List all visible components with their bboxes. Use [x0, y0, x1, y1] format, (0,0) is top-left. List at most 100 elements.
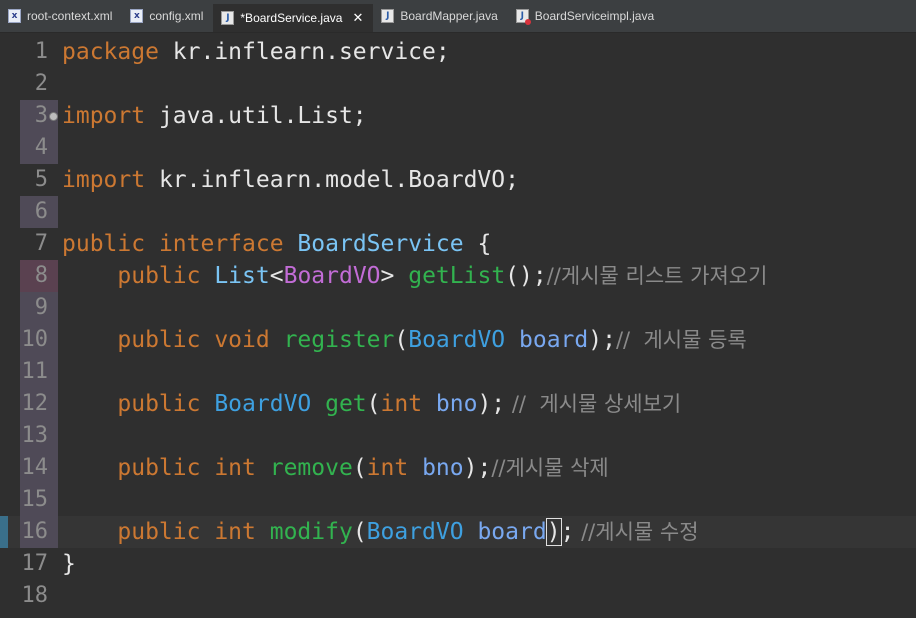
matching-paren: ) — [545, 518, 562, 546]
keyword: public — [117, 519, 201, 545]
keyword: public — [117, 391, 201, 417]
brace: } — [62, 551, 76, 577]
code-line: 10 public void register(BoardVO board);/… — [0, 324, 916, 356]
tab-board-mapper-java[interactable]: J BoardMapper.java — [373, 4, 507, 28]
line-number: 7 — [34, 231, 48, 256]
paren-close: ); — [477, 391, 506, 417]
line-number: 10 — [21, 327, 49, 352]
tab-config-xml[interactable]: x config.xml — [122, 4, 213, 28]
comment: // 게시물 상세보기 — [505, 392, 682, 416]
comment: //게시물 삭제 — [491, 456, 609, 480]
tab-label: config.xml — [149, 9, 204, 23]
keyword: interface — [145, 231, 284, 257]
code-line: 12 public BoardVO get(int bno); // 게시물 상… — [0, 388, 916, 420]
code-editor[interactable]: 1 package kr.inflearn.service; 2 3 impor… — [0, 33, 916, 618]
line-number: 11 — [21, 359, 49, 384]
current-code-line: 16 public int modify(BoardVO board); //게… — [0, 516, 916, 548]
line-code: public List<BoardVO> getList();//게시물 리스트… — [62, 260, 767, 292]
param-type: BoardVO — [366, 519, 464, 545]
package-name: kr.inflearn.service; — [158, 39, 450, 65]
line-code: import kr.inflearn.model.BoardVO; — [62, 164, 519, 196]
keyword: import — [62, 167, 146, 193]
return-type: List — [200, 263, 270, 289]
comment: // 게시물 등록 — [615, 328, 747, 352]
paren-open: ( — [366, 391, 381, 417]
code-line: 9 — [0, 292, 916, 324]
param-type: BoardVO — [408, 327, 506, 353]
line-number: 17 — [21, 551, 49, 576]
line-code: import java.util.List; — [62, 100, 367, 132]
line-number: 9 — [34, 295, 48, 320]
keyword: int — [200, 455, 256, 481]
keyword: import — [62, 103, 146, 129]
param-name: board — [463, 519, 547, 545]
paren-open: ( — [352, 519, 367, 545]
method-name: remove — [255, 455, 353, 481]
keyword: int — [200, 519, 256, 545]
tab-board-service-java[interactable]: J *BoardService.java ✕ — [213, 4, 374, 32]
line-code: public int remove(int bno);//게시물 삭제 — [62, 452, 609, 484]
code-line: 7 public interface BoardService { — [0, 228, 916, 260]
paren-close: ); — [588, 327, 616, 353]
java-error-file-icon: J — [515, 9, 531, 25]
code-line: 5 import kr.inflearn.model.BoardVO; — [0, 164, 916, 196]
arguments: (); — [505, 263, 547, 289]
method-name: modify — [255, 519, 353, 545]
keyword: public — [62, 231, 146, 257]
param-type: int — [380, 391, 423, 417]
xml-file-icon: x — [130, 9, 144, 23]
interface-name: BoardService — [283, 231, 464, 257]
code-line: 1 package kr.inflearn.service; — [0, 36, 916, 68]
line-number: 5 — [34, 167, 48, 192]
line-number: 14 — [21, 455, 49, 480]
code-line: 8 public List<BoardVO> getList();//게시물 리… — [0, 260, 916, 292]
import-path: java.util.List; — [145, 103, 367, 129]
method-name: get — [311, 391, 367, 417]
line-number: 12 — [21, 391, 49, 416]
line-number: 3 — [34, 103, 48, 128]
java-file-icon: J — [381, 9, 395, 23]
tab-label: root-context.xml — [27, 9, 113, 23]
java-file-icon: J — [221, 11, 235, 25]
tab-root-context-xml[interactable]: x root-context.xml — [0, 4, 122, 28]
keyword: public — [117, 327, 201, 353]
line-number: 16 — [21, 519, 49, 544]
import-path: kr.inflearn.model.BoardVO; — [145, 167, 519, 193]
keyword: package — [62, 39, 159, 65]
tab-board-service-impl-java[interactable]: J BoardServiceimpl.java — [508, 4, 664, 28]
keyword: void — [200, 327, 270, 353]
method-name: getList — [394, 263, 506, 289]
line-number: 4 — [34, 135, 48, 160]
brace: { — [463, 231, 492, 257]
line-number: 15 — [21, 487, 49, 512]
return-type: BoardVO — [200, 391, 312, 417]
fold-toggle-icon[interactable] — [49, 112, 58, 121]
xml-file-icon: x — [8, 9, 21, 23]
line-code: package kr.inflearn.service; — [62, 36, 450, 68]
code-line: 6 — [0, 196, 916, 228]
line-number: 1 — [34, 39, 48, 64]
semicolon: ; — [560, 519, 575, 545]
line-number: 13 — [21, 423, 49, 448]
line-number: 6 — [34, 199, 48, 224]
line-code: public void register(BoardVO board);// 게… — [62, 324, 747, 356]
editor-tab-bar: x root-context.xml x config.xml J *Board… — [0, 0, 916, 33]
keyword: public — [117, 263, 201, 289]
generic-type: BoardVO — [283, 263, 381, 289]
code-line: 17 } — [0, 548, 916, 580]
line-code: public interface BoardService { — [62, 228, 491, 260]
line-code: } — [62, 548, 76, 580]
code-line: 15 — [0, 484, 916, 516]
close-icon[interactable]: ✕ — [352, 11, 363, 26]
param-name: board — [505, 327, 589, 353]
code-line: 18 — [0, 580, 916, 612]
comment: //게시물 리스트 가져오기 — [546, 264, 768, 288]
code-line: 14 public int remove(int bno);//게시물 삭제 — [0, 452, 916, 484]
method-name: register — [269, 327, 395, 353]
tab-label: BoardServiceimpl.java — [534, 9, 655, 23]
line-number: 8 — [34, 263, 48, 288]
paren-open: ( — [394, 327, 409, 353]
